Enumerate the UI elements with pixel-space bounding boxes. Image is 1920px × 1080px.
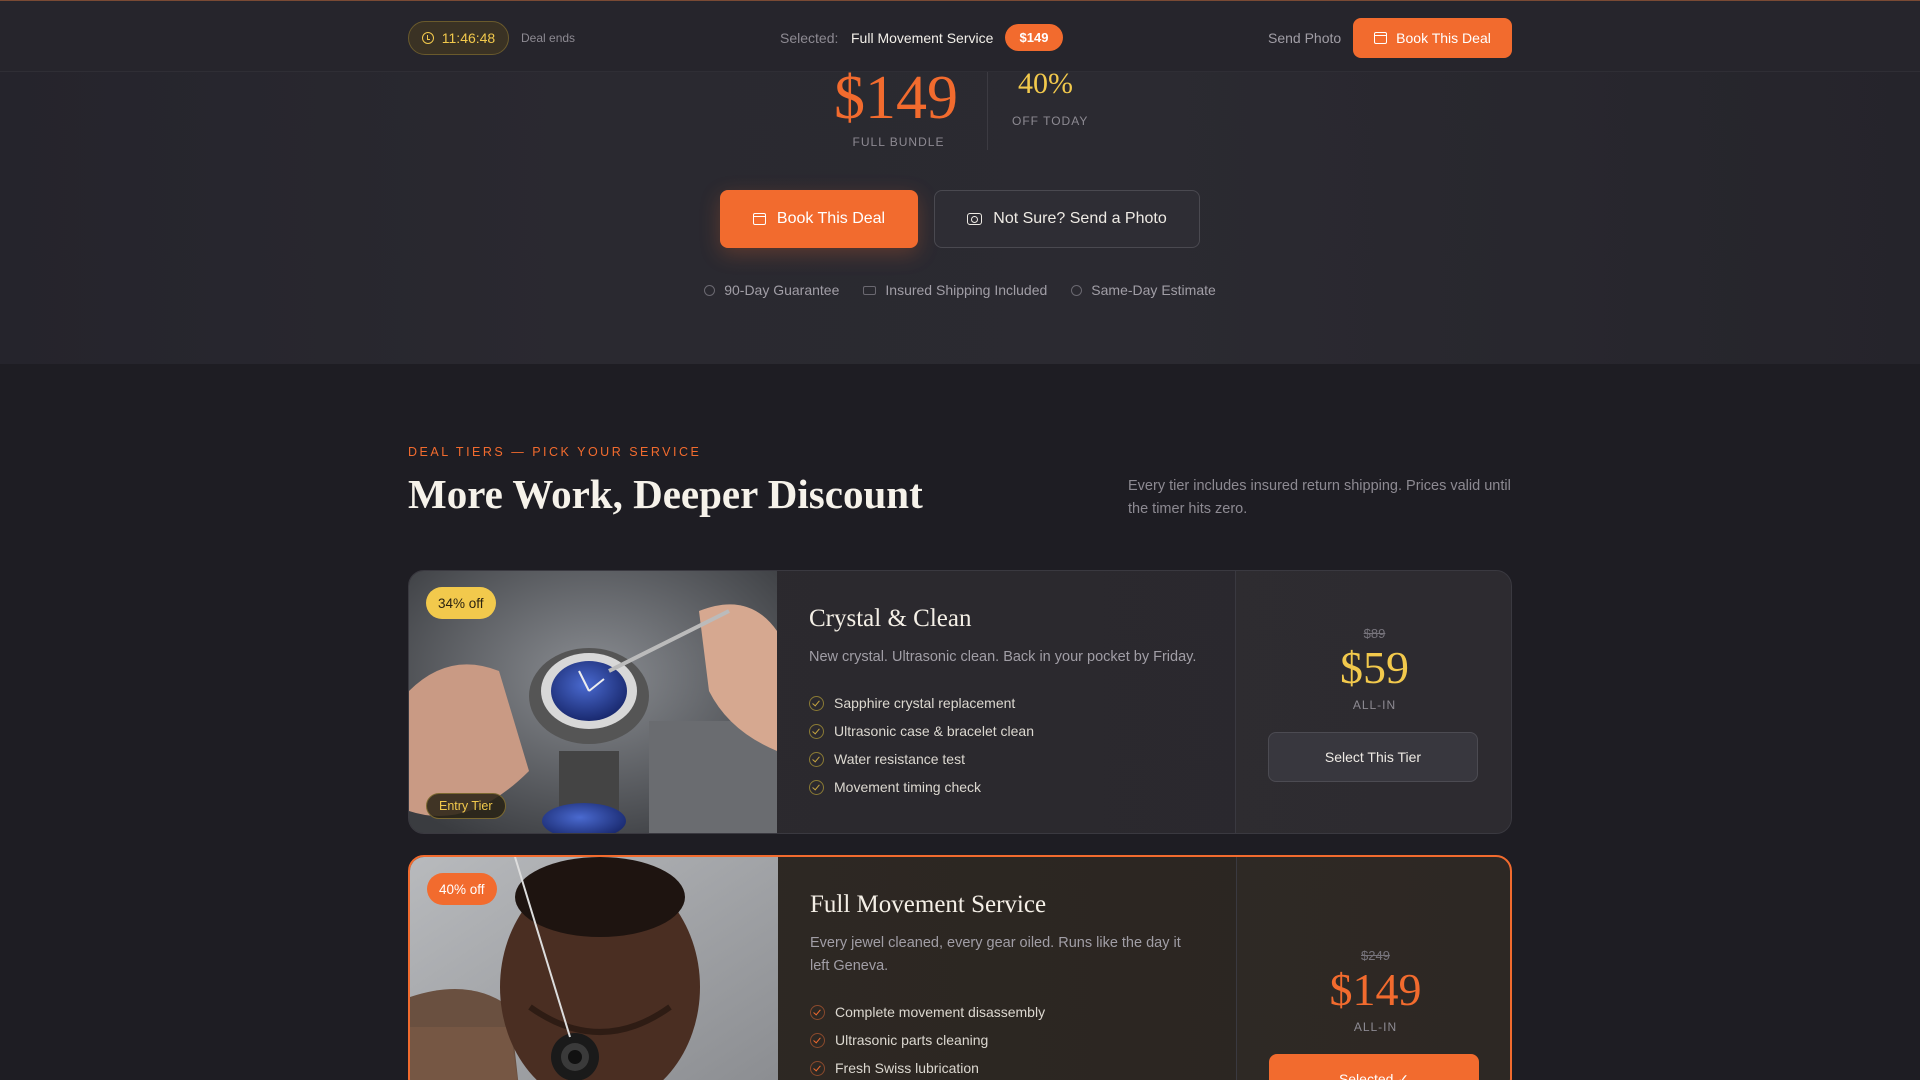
tier-name: Crystal & Clean xyxy=(809,605,972,632)
hero-book-deal-button[interactable]: Book This Deal xyxy=(720,190,918,248)
feature-item: Sapphire crystal replacement xyxy=(809,689,1203,717)
trust-guarantee-label: 90-Day Guarantee xyxy=(724,282,840,298)
selected-price-badge: $149 xyxy=(1005,24,1063,51)
tier-price: $149 xyxy=(1329,964,1422,1015)
hero-price-caption: FULL BUNDLE xyxy=(852,135,945,149)
feature-label: Ultrasonic parts cleaning xyxy=(835,1032,989,1048)
tier-price-panel: $89 $59 ALL-IN Select This Tier xyxy=(1235,571,1511,833)
hero-discount-percent: 40% xyxy=(1018,67,1073,100)
feature-item: Ultrasonic case & bracelet clean xyxy=(809,717,1203,745)
timer-value: 11:46:48 xyxy=(441,30,496,46)
tier-name: Full Movement Service xyxy=(810,891,1047,918)
tier-price-panel: $249 $149 ALL-IN Selected ✓ xyxy=(1236,857,1510,1080)
hero-discount-caption: OFF TODAY xyxy=(1012,114,1089,128)
deal-ends-label: Deal ends xyxy=(521,31,576,45)
feature-item: Ultrasonic parts cleaning xyxy=(810,1026,1204,1054)
tier-features: Sapphire crystal replacement Ultrasonic … xyxy=(809,689,1203,801)
top-book-deal-button[interactable]: Book This Deal xyxy=(1353,18,1512,58)
countdown-timer: 11:46:48 xyxy=(408,21,509,55)
check-icon xyxy=(809,779,824,795)
shield-icon xyxy=(704,284,716,296)
entry-tier-badge: Entry Tier xyxy=(426,793,506,819)
hero-price: $149 xyxy=(834,64,958,132)
discount-badge: 34% off xyxy=(426,587,496,619)
feature-label: Movement timing check xyxy=(834,779,982,795)
calendar-icon xyxy=(752,213,766,225)
trust-estimate-label: Same-Day Estimate xyxy=(1091,282,1216,298)
tier-features: Complete movement disassembly Ultrasonic… xyxy=(810,998,1204,1080)
tier-info: Full Movement Service Every jewel cleane… xyxy=(778,857,1236,1080)
tier-price: $59 xyxy=(1340,642,1409,693)
trust-guarantee: 90-Day Guarantee xyxy=(704,282,839,298)
tier-description: Every jewel cleaned, every gear oiled. R… xyxy=(810,935,1181,974)
price-caption: ALL-IN xyxy=(1352,698,1397,712)
tier-info: Crystal & Clean New crystal. Ultrasonic … xyxy=(777,571,1235,833)
selected-label: Selected: xyxy=(780,30,839,46)
camera-icon xyxy=(967,213,983,225)
trust-estimate: Same-Day Estimate xyxy=(1071,282,1216,298)
section-note: Every tier includes insured return shipp… xyxy=(1128,478,1511,517)
tier-card-crystal-clean: 34% off Entry Tier Crystal & Clean New c… xyxy=(408,570,1512,834)
feature-label: Fresh Swiss lubrication xyxy=(835,1060,979,1076)
original-price: $249 xyxy=(1361,948,1390,963)
hero-divider xyxy=(987,72,988,150)
top-book-deal-label: Book This Deal xyxy=(1396,30,1491,46)
feature-label: Water resistance test xyxy=(834,751,965,767)
calendar-icon xyxy=(1374,32,1388,44)
feature-item: Water resistance test xyxy=(809,745,1203,773)
send-photo-button[interactable]: Not Sure? Send a Photo xyxy=(934,190,1200,248)
feature-label: Sapphire crystal replacement xyxy=(834,695,1016,711)
feature-label: Ultrasonic case & bracelet clean xyxy=(834,723,1034,739)
check-icon xyxy=(809,751,824,767)
check-icon xyxy=(810,1060,825,1076)
hero-book-deal-label: Book This Deal xyxy=(776,210,886,227)
clock-icon xyxy=(421,32,434,44)
check-icon xyxy=(809,723,824,739)
send-photo-label: Not Sure? Send a Photo xyxy=(993,210,1167,227)
feature-item: Movement timing check xyxy=(809,773,1203,801)
check-icon xyxy=(809,695,824,711)
trust-badges: 90-Day Guarantee Insured Shipping Includ… xyxy=(0,282,1920,298)
trust-shipping-label: Insured Shipping Included xyxy=(885,282,1048,298)
selected-service: Full Movement Service xyxy=(851,30,994,46)
section-title: More Work, Deeper Discount xyxy=(408,471,923,517)
feature-item: Fresh Swiss lubrication xyxy=(810,1054,1204,1080)
clock-icon xyxy=(1071,284,1083,296)
sticky-deal-bar: 11:46:48 Deal ends Selected: Full Moveme… xyxy=(0,0,1920,72)
feature-item: Complete movement disassembly xyxy=(810,998,1204,1026)
trust-shipping: Insured Shipping Included xyxy=(863,282,1047,298)
original-price: $89 xyxy=(1363,626,1386,641)
check-icon xyxy=(810,1004,825,1020)
select-tier-button[interactable]: Select This Tier xyxy=(1268,732,1478,782)
feature-label: Complete movement disassembly xyxy=(835,1004,1046,1020)
tier-description: New crystal. Ultrasonic clean. Back in y… xyxy=(809,649,1197,665)
truck-icon xyxy=(863,285,877,295)
section-eyebrow: DEAL TIERS — PICK YOUR SERVICE xyxy=(408,445,702,459)
price-caption: ALL-IN xyxy=(1353,1020,1398,1034)
send-photo-link[interactable]: Send Photo xyxy=(1268,30,1341,46)
selected-tier-button[interactable]: Selected ✓ xyxy=(1269,1054,1479,1080)
discount-badge: 40% off xyxy=(427,873,497,905)
check-icon xyxy=(810,1032,825,1048)
tier-card-full-movement: 40% off Full Movement Service Every jewe… xyxy=(408,855,1512,1080)
